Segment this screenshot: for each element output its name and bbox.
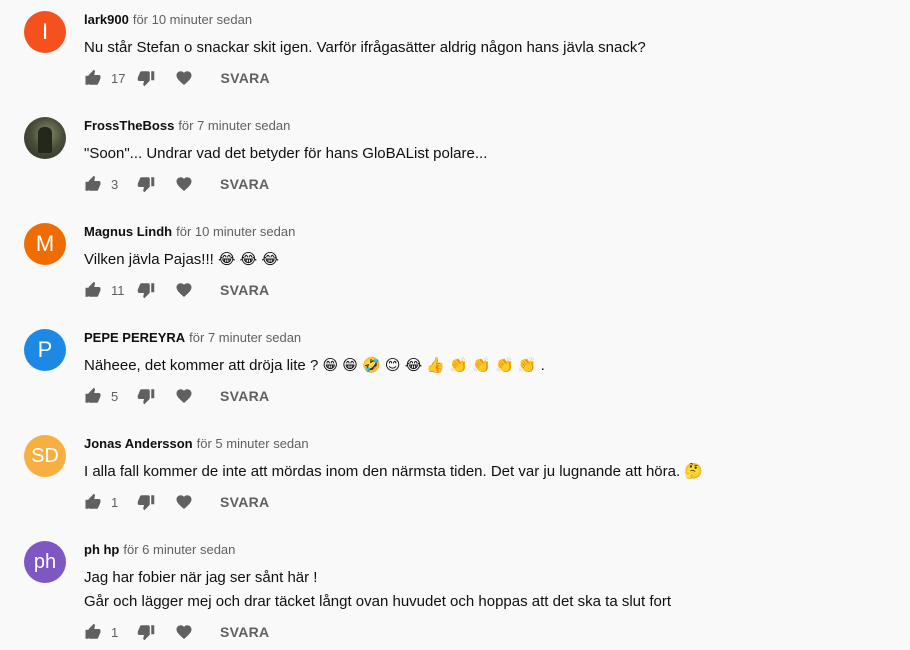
like-count: 1: [111, 494, 119, 510]
comment-text-line: Går och lägger mej och drar täcket långt…: [84, 593, 672, 610]
heart-icon[interactable]: [175, 175, 193, 193]
avatar[interactable]: [24, 117, 66, 159]
comment-author[interactable]: ph hp: [84, 542, 119, 557]
comment-text: Näheee, det kommer att dröja lite ? 😁 😁 …: [84, 354, 545, 378]
comment-timestamp[interactable]: för 7 minuter sedan: [189, 330, 301, 345]
reply-button[interactable]: SVARA: [220, 176, 269, 192]
comment-timestamp[interactable]: för 6 minuter sedan: [123, 542, 235, 557]
avatar[interactable]: I: [24, 11, 66, 53]
comment-actions: 5 SVARA: [84, 386, 269, 406]
comment-actions: 11 SVARA: [84, 280, 269, 300]
thumbs-down-icon[interactable]: [137, 493, 155, 511]
avatar[interactable]: M: [24, 223, 66, 265]
comment-text: "Soon"... Undrar vad det betyder för han…: [84, 142, 487, 166]
like-count: 17: [111, 70, 126, 86]
thumbs-down-icon[interactable]: [137, 281, 155, 299]
comment-text: Nu står Stefan o snackar skit igen. Varf…: [84, 36, 646, 60]
comment-author[interactable]: Magnus Lindh: [84, 224, 172, 239]
thumbs-up-icon[interactable]: [84, 493, 102, 511]
reply-button[interactable]: SVARA: [220, 494, 269, 510]
reply-button[interactable]: SVARA: [220, 282, 269, 298]
comment-thread: M Magnus Lindh för 10 minuter sedan Vilken …: [0, 212, 910, 318]
comment-actions: 1 SVARA: [84, 492, 269, 512]
comment-actions: 1 SVARA: [84, 622, 269, 642]
reply-button[interactable]: SVARA: [220, 388, 269, 404]
comment-header: lark900 för 10 minuter sedan: [84, 12, 252, 28]
comment-timestamp[interactable]: för 10 minuter sedan: [133, 12, 252, 27]
heart-icon[interactable]: [175, 493, 193, 511]
comment-header: Magnus Lindh för 10 minuter sedan: [84, 224, 295, 240]
reply-button[interactable]: SVARA: [220, 624, 269, 640]
thumbs-up-icon[interactable]: [84, 69, 102, 87]
avatar[interactable]: ph: [24, 541, 66, 583]
comment-text: Vilken jävla Pajas!!! 😂 😂 😂: [84, 248, 279, 272]
comment-thread: Ilark900 för 10 minuter sedan Nu står Stef…: [0, 0, 910, 106]
comment-header: Jonas Andersson för 5 minuter sedan: [84, 436, 309, 452]
thumbs-down-icon[interactable]: [137, 387, 155, 405]
thumbs-down-icon[interactable]: [137, 175, 155, 193]
avatar-photo-figure: [38, 127, 52, 153]
comment-thread: P PEPE PEREYRA för 7 minuter sedan Näheee, …: [0, 318, 910, 424]
like-count: 1: [111, 624, 119, 640]
comment-header: FrossTheBoss för 7 minuter sedan: [84, 118, 290, 134]
comment-timestamp[interactable]: för 7 minuter sedan: [178, 118, 290, 133]
like-count: 11: [111, 282, 125, 298]
comment-timestamp[interactable]: för 5 minuter sedan: [197, 436, 309, 451]
comment-author[interactable]: PEPE PEREYRA: [84, 330, 185, 345]
comment-author[interactable]: lark900: [84, 12, 129, 27]
comment-thread: ph ph hp för 6 minuter sedan Jag har fobier…: [0, 530, 910, 641]
heart-icon[interactable]: [175, 623, 193, 641]
comment-actions: 17 SVARA: [84, 68, 270, 88]
comment-author[interactable]: FrossTheBoss: [84, 118, 174, 133]
thumbs-up-icon[interactable]: [84, 281, 102, 299]
comment-actions: 3 SVARA: [84, 174, 269, 194]
like-count: 5: [111, 388, 119, 404]
comment-text-line: I alla fall kommer de inte att mördas in…: [84, 463, 703, 480]
avatar[interactable]: SD: [24, 435, 66, 477]
comment-text-line: Näheee, det kommer att dröja lite ? 😁 😁 …: [84, 357, 545, 374]
comment-text: Jag har fobier när jag ser sånt här ! Går…: [84, 566, 671, 614]
comment-thread: SD Jonas Andersson för 5 minuter sedan I al…: [0, 424, 910, 530]
thumbs-up-icon[interactable]: [84, 623, 102, 641]
thumbs-up-icon[interactable]: [84, 175, 102, 193]
comment-text-line: Vilken jävla Pajas!!! 😂 😂 😂: [84, 251, 279, 268]
thumbs-down-icon[interactable]: [137, 623, 155, 641]
heart-icon[interactable]: [175, 69, 193, 87]
comment-timestamp[interactable]: för 10 minuter sedan: [176, 224, 295, 239]
comment-text-line: Jag har fobier när jag ser sånt här !: [84, 569, 318, 586]
comment-text-line: Nu står Stefan o snackar skit igen. Varf…: [84, 39, 646, 56]
comment-text: I alla fall kommer de inte att mördas in…: [84, 460, 703, 484]
comment-author[interactable]: Jonas Andersson: [84, 436, 193, 451]
reply-button[interactable]: SVARA: [220, 70, 269, 86]
heart-icon[interactable]: [175, 387, 193, 405]
thumbs-up-icon[interactable]: [84, 387, 102, 405]
comment-header: ph hp för 6 minuter sedan: [84, 542, 235, 558]
avatar[interactable]: P: [24, 329, 66, 371]
comment-thread: FrossTheBoss för 7 minuter sedan "Soon"...…: [0, 106, 910, 212]
comment-header: PEPE PEREYRA för 7 minuter sedan: [84, 330, 301, 346]
like-count: 3: [111, 176, 119, 192]
comment-text-line: "Soon"... Undrar vad det betyder för han…: [84, 145, 488, 162]
heart-icon[interactable]: [175, 281, 193, 299]
thumbs-down-icon[interactable]: [137, 69, 155, 87]
